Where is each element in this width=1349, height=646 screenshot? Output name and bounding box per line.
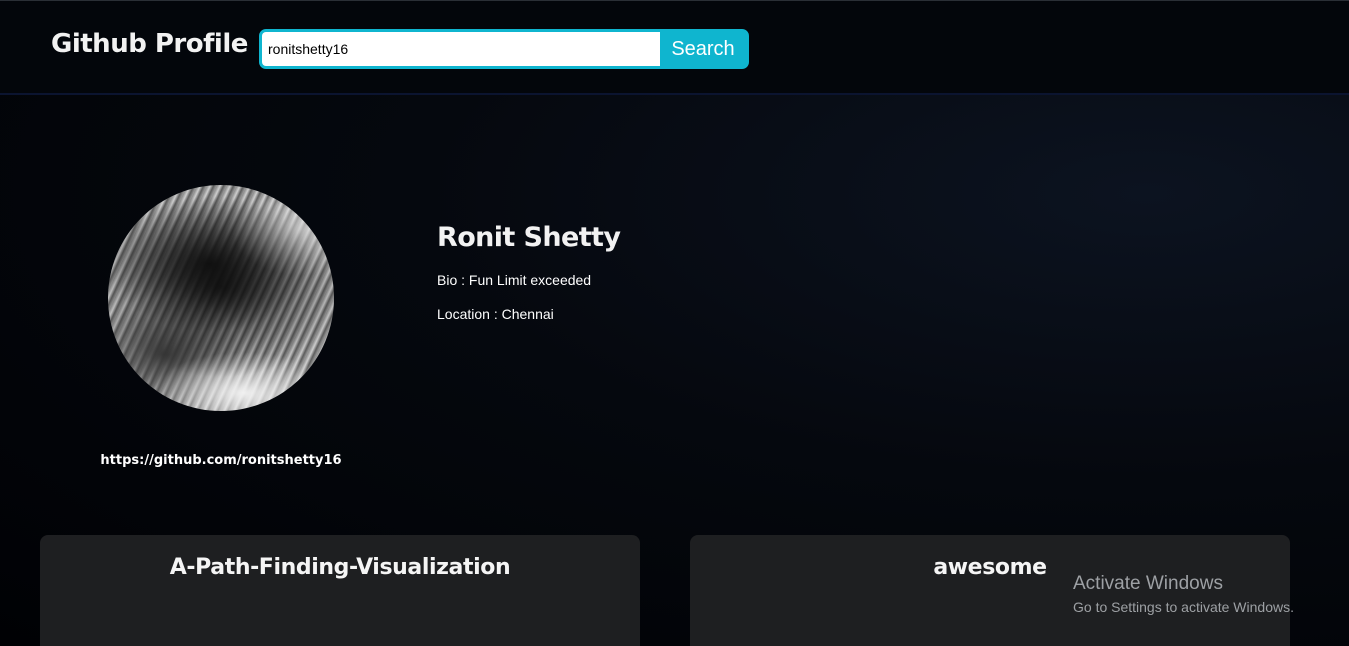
profile-bio: Bio : Fun Limit exceeded: [437, 272, 592, 288]
avatar: [108, 185, 334, 411]
watermark-subtitle: Go to Settings to activate Windows.: [1073, 599, 1294, 615]
repo-title: A-Path-Finding-Visualization: [169, 555, 511, 580]
repo-card[interactable]: A-Path-Finding-Visualization: [40, 535, 640, 646]
search-button[interactable]: Search: [660, 32, 746, 66]
search-input[interactable]: [262, 32, 660, 66]
search-bar: Search: [259, 29, 749, 69]
profile-location: Location : Chennai: [437, 306, 554, 322]
navbar: Github Profile Search: [0, 1, 1349, 95]
brand-title: Github Profile: [51, 29, 248, 59]
profile-name: Ronit Shetty: [437, 222, 621, 253]
watermark-title: Activate Windows: [1073, 573, 1223, 594]
profile-link[interactable]: https://github.com/ronitshetty16: [0, 453, 442, 468]
activate-windows-watermark: Activate Windows Go to Settings to activ…: [1073, 573, 1294, 615]
